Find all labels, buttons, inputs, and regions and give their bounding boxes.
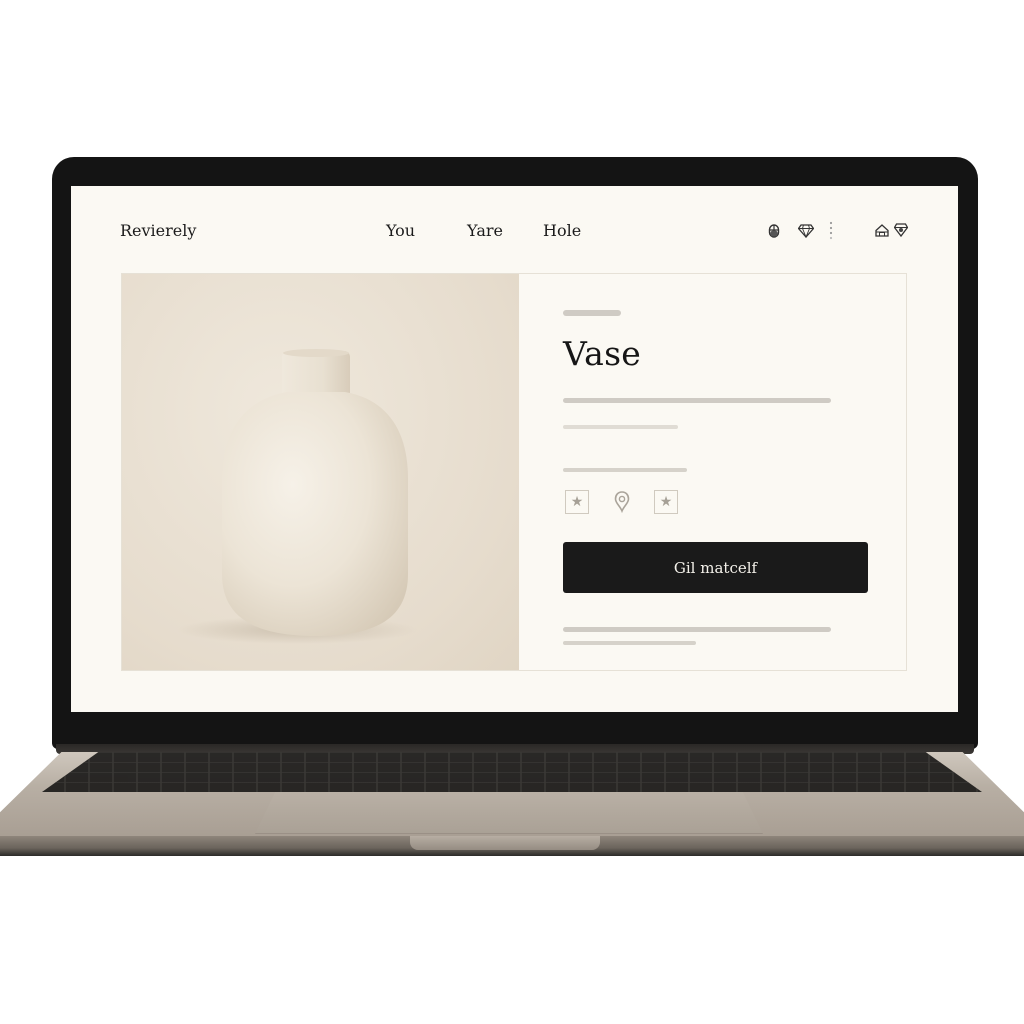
brand-logo[interactable]: Revierely [120, 221, 196, 240]
category-placeholder [563, 310, 621, 316]
laptop-trackpad [255, 792, 763, 834]
nav-link-you[interactable]: You [386, 221, 415, 240]
mouse-icon[interactable] [766, 223, 782, 239]
keyboard-rows [42, 752, 982, 792]
option-star-button[interactable]: ★ [565, 490, 589, 514]
diamond-icon[interactable] [798, 224, 814, 238]
pin-icon[interactable] [614, 491, 630, 513]
product-title: Vase [563, 334, 642, 373]
product-info: Vase ★ ★ Gil matcelf [519, 274, 906, 670]
options-label-placeholder [563, 468, 687, 472]
add-to-cart-button[interactable]: Gil matcelf [563, 542, 868, 593]
star-icon: ★ [570, 494, 584, 510]
laptop-screen: Revierely You Yare Hole Vase ★ ★ Gil mat… [71, 186, 958, 712]
laptop-lid-notch [410, 836, 600, 850]
product-image [122, 274, 519, 670]
product-card: Vase ★ ★ Gil matcelf [121, 273, 907, 671]
diamond-icon[interactable] [894, 223, 908, 238]
option-star-button[interactable]: ★ [654, 490, 678, 514]
nav-link-yare[interactable]: Yare [467, 221, 503, 240]
star-icon: ★ [659, 494, 673, 510]
vase-image [177, 349, 417, 644]
description-placeholder [563, 425, 678, 429]
home-icon[interactable] [875, 224, 889, 237]
more-vertical-icon[interactable] [829, 220, 833, 240]
footer-placeholder [563, 627, 831, 632]
nav-link-hole[interactable]: Hole [543, 221, 581, 240]
laptop-mockup: Revierely You Yare Hole Vase ★ ★ Gil mat… [0, 0, 1024, 1024]
top-nav: Revierely You Yare Hole [71, 186, 958, 272]
description-placeholder [563, 398, 831, 403]
footer-placeholder [563, 641, 696, 645]
